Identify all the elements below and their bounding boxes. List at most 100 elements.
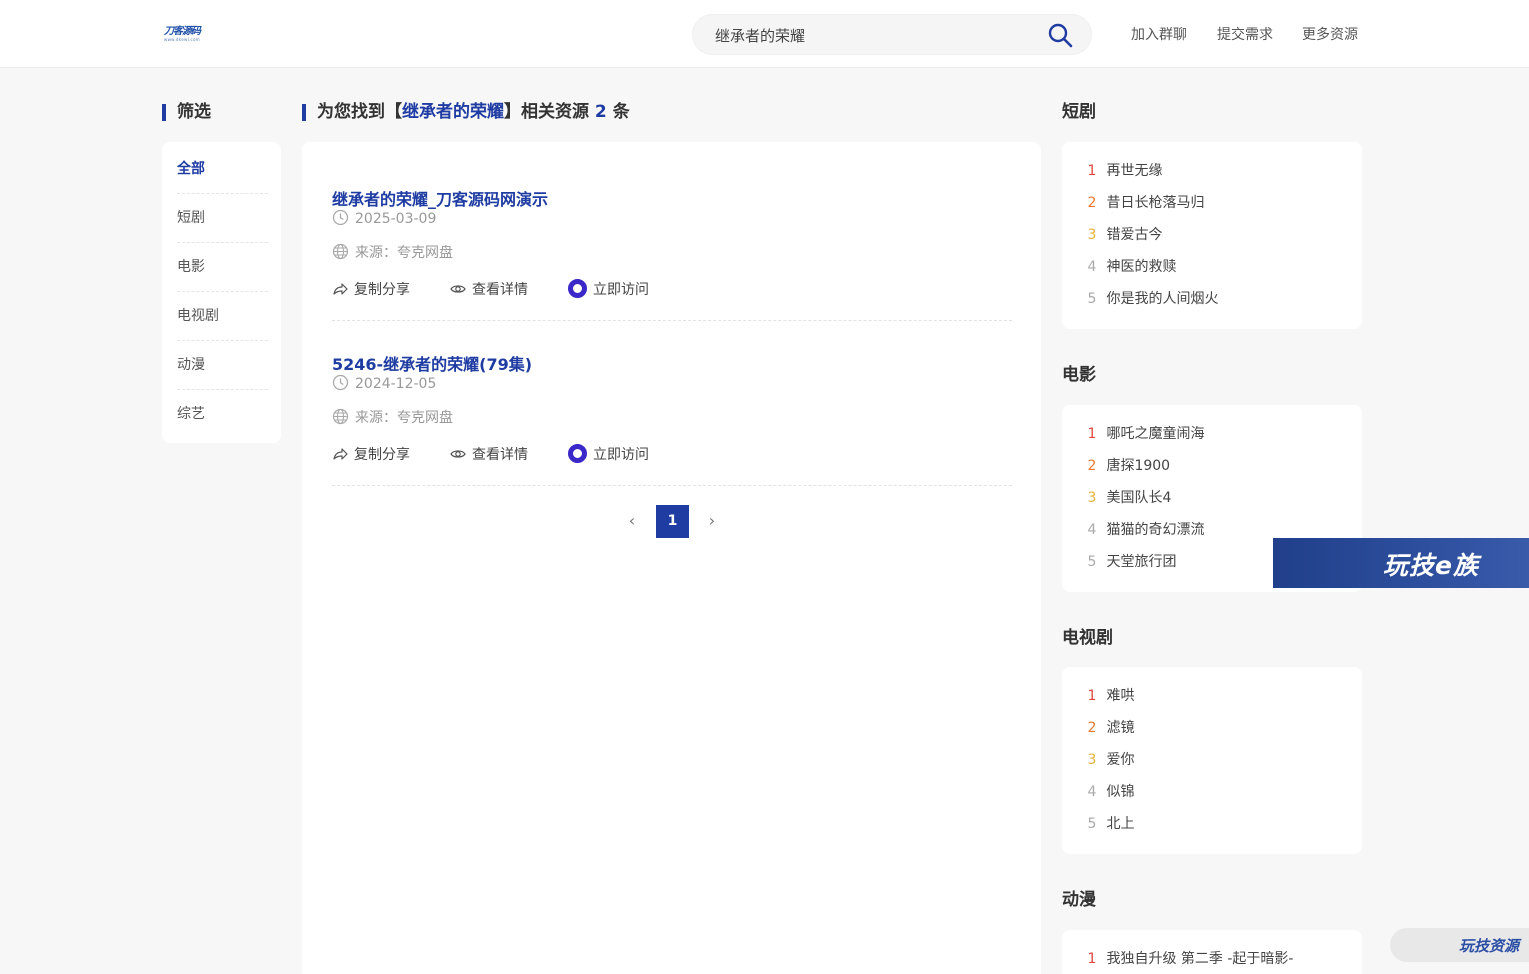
rank-title: 我独自升级 第二季 -起于暗影- (1106, 951, 1294, 967)
visit-now-button[interactable]: 立即访问 (568, 444, 649, 466)
sidebar-heading-short-drama: 短剧 (1062, 102, 1096, 122)
page-number-current[interactable]: 1 (656, 505, 689, 538)
rank-number: 5 (1087, 554, 1097, 570)
rank-number: 4 (1087, 522, 1097, 538)
share-icon (333, 283, 348, 295)
visit-now-label: 立即访问 (593, 447, 649, 463)
sidebar-heading-movie: 电影 (1062, 365, 1096, 385)
result-date: 2025-03-09 (332, 209, 436, 229)
result-source: 来源：夸克网盘 (332, 408, 453, 428)
filter-item-movie[interactable]: 电影 (177, 243, 268, 292)
rank-item[interactable]: 2 唐探1900 (1082, 456, 1171, 476)
rank-title: 错爱古今 (1106, 227, 1163, 243)
rank-title: 唐探1900 (1106, 458, 1171, 474)
rank-title: 猫猫的奇幻漂流 (1106, 522, 1205, 538)
rank-card-anime: 1 我独自升级 第二季 -起于暗影- (1062, 930, 1362, 974)
prev-page-button[interactable]: ‹ (622, 511, 642, 530)
rank-item[interactable]: 3 美国队长4 (1082, 488, 1172, 508)
filter-item-all[interactable]: 全部 (177, 145, 268, 194)
globe-icon (332, 408, 349, 425)
result-title[interactable]: 5246-继承者的荣耀(79集) (332, 351, 532, 375)
sidebar-heading-tv: 电视剧 (1062, 628, 1113, 648)
result-title[interactable]: 继承者的荣耀_刀客源码网演示 (332, 186, 548, 210)
eye-icon (450, 285, 466, 293)
rank-item[interactable]: 2 滤镜 (1082, 718, 1135, 738)
result-source: 来源：夸克网盘 (332, 243, 453, 263)
nav-join-group[interactable]: 加入群聊 (1131, 24, 1187, 44)
visit-now-button[interactable]: 立即访问 (568, 279, 649, 301)
rank-title: 爱你 (1106, 752, 1135, 768)
corner-badge-text: 玩技资源 (1458, 937, 1519, 955)
pagination: ‹ 1 › (622, 505, 722, 538)
rank-title: 再世无缘 (1106, 163, 1163, 179)
result-item: 继承者的荣耀_刀客源码网演示 2025-03-09 来源：夸克网盘 复制分享 查… (332, 156, 1012, 321)
filter-item-variety[interactable]: 综艺 (177, 390, 268, 439)
result-date-text: 2024-12-05 (355, 376, 437, 392)
rank-item[interactable]: 4 神医的救赎 (1082, 257, 1177, 277)
rank-number: 1 (1087, 688, 1097, 704)
rank-number: 3 (1087, 227, 1097, 243)
view-details-label: 查看详情 (472, 282, 528, 298)
visit-icon (568, 444, 587, 463)
logo-text: 刀客源码 (164, 26, 201, 37)
rank-item[interactable]: 2 昔日长枪落马归 (1082, 193, 1205, 213)
search-input[interactable] (715, 24, 1015, 46)
rank-item[interactable]: 1 我独自升级 第二季 -起于暗影- (1082, 949, 1294, 969)
site-logo[interactable]: 刀客源码 www.dkewl.com (164, 27, 204, 43)
rank-title: 北上 (1106, 816, 1135, 832)
search-icon[interactable] (1047, 22, 1073, 48)
result-date-text: 2025-03-09 (355, 211, 437, 227)
filter-item-tv[interactable]: 电视剧 (177, 292, 268, 341)
nav-submit-request[interactable]: 提交需求 (1217, 24, 1273, 44)
result-source-text: 来源：夸克网盘 (355, 410, 453, 426)
result-actions: 复制分享 查看详情 立即访问 (332, 279, 732, 301)
rank-number: 1 (1087, 426, 1097, 442)
result-source-text: 来源：夸克网盘 (355, 245, 453, 261)
results-count: 2 (594, 102, 607, 122)
nav-more-resources[interactable]: 更多资源 (1302, 24, 1358, 44)
rank-title: 你是我的人间烟火 (1106, 291, 1219, 307)
next-page-button[interactable]: › (702, 511, 722, 530)
corner-badge[interactable]: 玩技资源 (1390, 928, 1529, 962)
view-details-label: 查看详情 (472, 447, 528, 463)
results-summary-prefix: 为您找到【 (317, 102, 402, 122)
rank-title: 神医的救赎 (1106, 259, 1177, 275)
filter-item-short-drama[interactable]: 短剧 (177, 194, 268, 243)
rank-item[interactable]: 5 北上 (1082, 814, 1135, 834)
rank-item[interactable]: 3 爱你 (1082, 750, 1135, 770)
results-heading: 为您找到【继承者的荣耀】相关资源 2 条 (302, 101, 630, 123)
rank-item[interactable]: 4 似锦 (1082, 782, 1135, 802)
copy-share-button[interactable]: 复制分享 (332, 444, 410, 466)
rank-number: 5 (1087, 291, 1097, 307)
floating-banner-ad[interactable]: 玩技e族 (1273, 538, 1529, 588)
clock-icon (332, 374, 349, 391)
filter-panel: 全部 短剧 电影 电视剧 动漫 综艺 (162, 142, 281, 443)
rank-item[interactable]: 1 哪吒之魔童闹海 (1082, 424, 1205, 444)
eye-icon (450, 450, 466, 458)
clock-icon (332, 209, 349, 226)
rank-title: 美国队长4 (1106, 490, 1172, 506)
rank-item[interactable]: 3 错爱古今 (1082, 225, 1163, 245)
results-summary-suffix: 条 (612, 102, 630, 122)
visit-icon (568, 279, 587, 298)
rank-number: 1 (1087, 163, 1097, 179)
filter-item-anime[interactable]: 动漫 (177, 341, 268, 390)
rank-number: 5 (1087, 816, 1097, 832)
rank-item[interactable]: 1 难哄 (1082, 686, 1135, 706)
visit-now-label: 立即访问 (593, 282, 649, 298)
rank-title: 滤镜 (1106, 720, 1135, 736)
rank-title: 难哄 (1106, 688, 1135, 704)
rank-number: 4 (1087, 259, 1097, 275)
view-details-button[interactable]: 查看详情 (450, 279, 528, 301)
view-details-button[interactable]: 查看详情 (450, 444, 528, 466)
rank-item[interactable]: 4 猫猫的奇幻漂流 (1082, 520, 1205, 540)
rank-number: 2 (1087, 720, 1097, 736)
rank-item[interactable]: 1 再世无缘 (1082, 161, 1163, 181)
rank-item[interactable]: 5 你是我的人间烟火 (1082, 289, 1219, 309)
copy-share-label: 复制分享 (354, 447, 410, 463)
rank-item[interactable]: 5 天堂旅行团 (1082, 552, 1177, 572)
rank-number: 1 (1087, 951, 1097, 967)
copy-share-button[interactable]: 复制分享 (332, 279, 410, 301)
rank-title: 天堂旅行团 (1106, 554, 1177, 570)
globe-icon (332, 243, 349, 260)
